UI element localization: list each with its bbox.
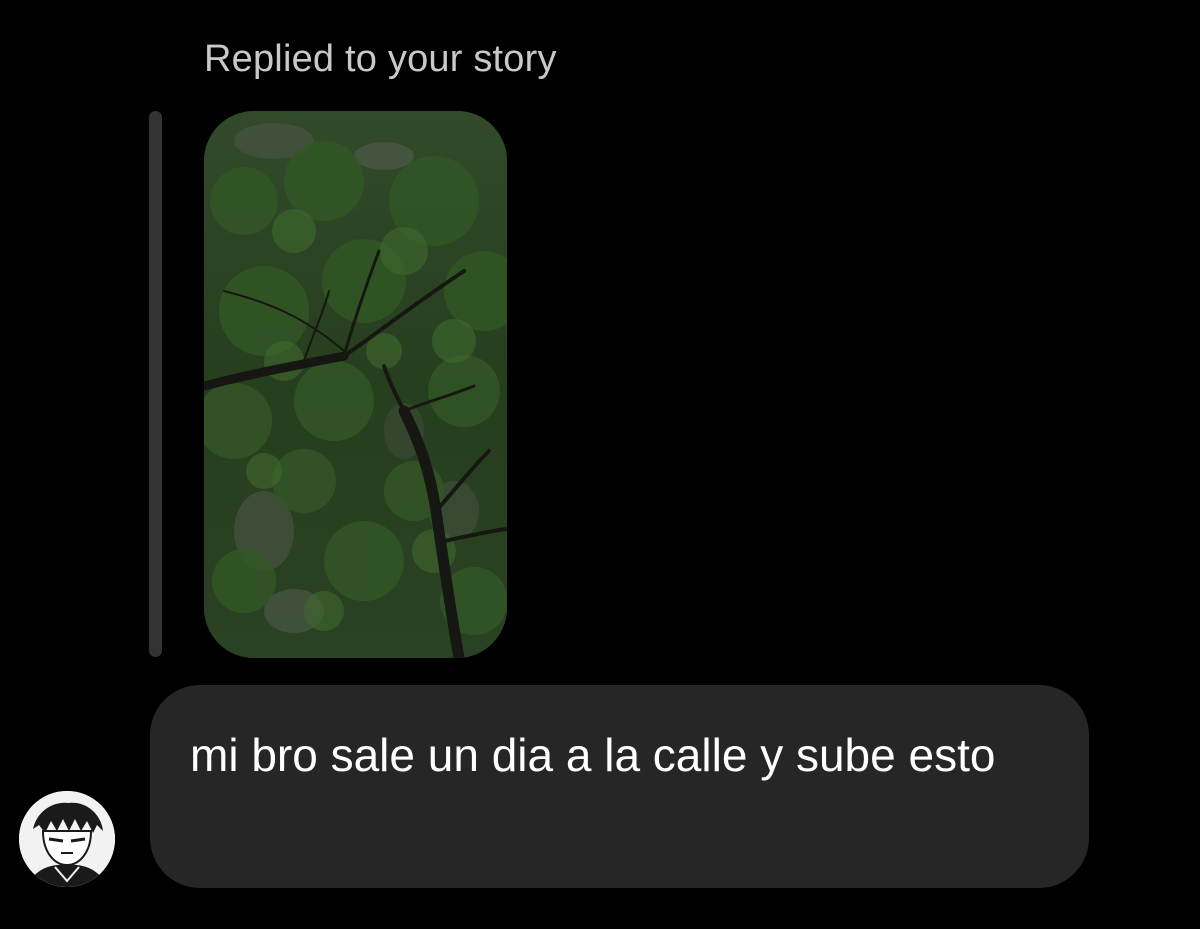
tree-canopy-image: [204, 111, 507, 658]
replied-to-story-label: Replied to your story: [204, 38, 557, 80]
sender-avatar[interactable]: [19, 791, 115, 887]
story-thumbnail[interactable]: [204, 111, 507, 658]
reply-indicator-bar: [149, 111, 162, 657]
message-text: mi bro sale un dia a la calle y sube est…: [190, 729, 996, 781]
message-bubble[interactable]: mi bro sale un dia a la calle y sube est…: [150, 685, 1089, 888]
avatar-icon: [19, 791, 115, 887]
